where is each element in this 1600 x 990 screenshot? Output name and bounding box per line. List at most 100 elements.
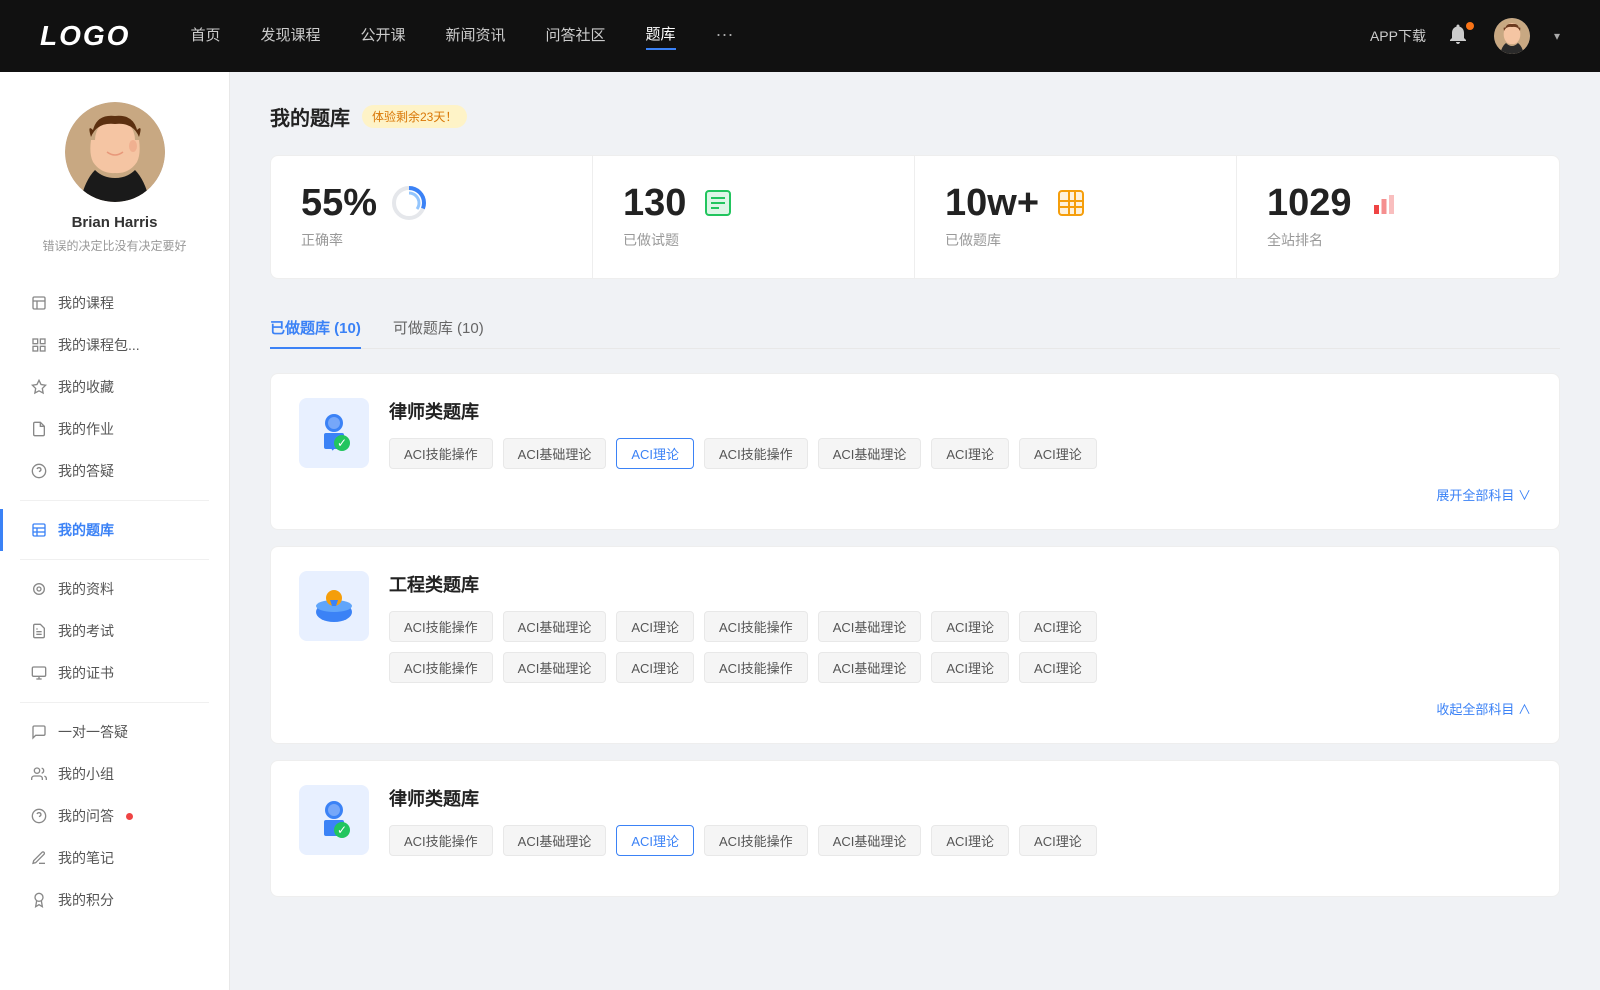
nav-home[interactable]: 首页 — [190, 24, 220, 49]
avatar[interactable] — [1494, 18, 1530, 54]
star-icon — [30, 378, 48, 396]
tab-done[interactable]: 已做题库 (10) — [270, 307, 361, 348]
sidebar-bank-label: 我的题库 — [58, 520, 114, 540]
sidebar-item-qa[interactable]: 我的问答 — [0, 795, 229, 837]
qbank-engineer-tags-row1: ACI技能操作 ACI基础理论 ACI理论 ACI技能操作 ACI基础理论 AC… — [389, 611, 1531, 642]
tag-item[interactable]: ACI理论 — [931, 825, 1009, 856]
sidebar-homework-label: 我的作业 — [58, 419, 114, 439]
svg-text:✓: ✓ — [337, 436, 347, 450]
qbank-lawyer-title-2: 律师类题库 — [389, 785, 1531, 811]
tag-item[interactable]: ACI理论 — [1019, 611, 1097, 642]
sidebar-item-notes[interactable]: 我的笔记 — [0, 837, 229, 879]
nav-news[interactable]: 新闻资讯 — [446, 24, 506, 49]
qbank-engineer-tags-row2: ACI技能操作 ACI基础理论 ACI理论 ACI技能操作 ACI基础理论 AC… — [389, 652, 1531, 683]
tag-item[interactable]: ACI技能操作 — [389, 611, 493, 642]
svg-text:✓: ✓ — [337, 823, 347, 837]
tag-item[interactable]: ACI技能操作 — [389, 438, 493, 469]
tag-item[interactable]: ACI理论 — [1019, 825, 1097, 856]
stats-row: 55% 正确率 130 — [270, 155, 1560, 279]
main-container: Brian Harris 错误的决定比没有决定要好 我的课程 我的课程包... … — [0, 72, 1600, 990]
sidebar-item-points[interactable]: 我的积分 — [0, 879, 229, 921]
tag-item[interactable]: ACI基础理论 — [818, 611, 922, 642]
tag-item[interactable]: ACI基础理论 — [818, 652, 922, 683]
tag-item-active[interactable]: ACI理论 — [616, 825, 694, 856]
tag-item[interactable]: ACI技能操作 — [704, 652, 808, 683]
one-on-one-icon — [30, 723, 48, 741]
qbank-card-engineer: 工程类题库 ACI技能操作 ACI基础理论 ACI理论 ACI技能操作 ACI基… — [270, 546, 1560, 744]
sidebar-item-course[interactable]: 我的课程 — [0, 282, 229, 324]
sidebar-item-certificate[interactable]: 我的证书 — [0, 652, 229, 694]
sidebar-item-one-on-one[interactable]: 一对一答疑 — [0, 711, 229, 753]
stat-correct-rate: 55% 正确率 — [271, 156, 593, 278]
divider-1 — [20, 500, 209, 501]
tag-item-active[interactable]: ACI理论 — [616, 438, 694, 469]
notification-dot — [1466, 22, 1474, 30]
nav-bank[interactable]: 题库 — [646, 23, 676, 50]
sidebar-item-questions[interactable]: 我的答疑 — [0, 450, 229, 492]
qbank-card-lawyer-2: ✓ 律师类题库 ACI技能操作 ACI基础理论 ACI理论 ACI技能操作 AC… — [270, 760, 1560, 897]
tag-item[interactable]: ACI基础理论 — [818, 825, 922, 856]
tag-item[interactable]: ACI技能操作 — [704, 611, 808, 642]
tag-item[interactable]: ACI理论 — [616, 611, 694, 642]
tab-available[interactable]: 可做题库 (10) — [393, 307, 484, 348]
page-header: 我的题库 体验剩余23天！ — [270, 102, 1560, 131]
stat-correct-rate-label: 正确率 — [301, 230, 562, 250]
tag-item[interactable]: ACI技能操作 — [704, 825, 808, 856]
tag-item[interactable]: ACI理论 — [1019, 438, 1097, 469]
certificate-icon — [30, 664, 48, 682]
sidebar-item-exam[interactable]: 我的考试 — [0, 610, 229, 652]
sidebar-item-bank[interactable]: 我的题库 — [0, 509, 229, 551]
qa-badge — [126, 813, 133, 820]
group-icon — [30, 765, 48, 783]
question-icon — [30, 462, 48, 480]
sidebar-data-label: 我的资料 — [58, 579, 114, 599]
qbank-lawyer-icon-1: ✓ ✓ — [299, 398, 369, 468]
tag-item[interactable]: ACI技能操作 — [389, 825, 493, 856]
stat-rank-value: 1029 — [1267, 184, 1352, 222]
qbank-lawyer-footer-1: 展开全部科目 ∨ — [299, 485, 1531, 505]
user-menu-chevron[interactable]: ▾ — [1554, 29, 1560, 43]
sidebar-item-data[interactable]: 我的资料 — [0, 568, 229, 610]
tag-item[interactable]: ACI理论 — [1019, 652, 1097, 683]
tag-item[interactable]: ACI理论 — [931, 652, 1009, 683]
tag-item[interactable]: ACI技能操作 — [704, 438, 808, 469]
tag-item[interactable]: ACI技能操作 — [389, 652, 493, 683]
sidebar-points-label: 我的积分 — [58, 890, 114, 910]
notification-bell[interactable] — [1446, 22, 1474, 50]
stat-done-questions-label: 已做试题 — [623, 230, 884, 250]
stat-done-banks: 10w+ 已做题库 — [915, 156, 1237, 278]
qbank-engineer-icon — [299, 571, 369, 641]
tag-item[interactable]: ACI理论 — [931, 438, 1009, 469]
qa-icon — [30, 807, 48, 825]
tag-item[interactable]: ACI基础理论 — [503, 438, 607, 469]
stat-done-banks-label: 已做题库 — [945, 230, 1206, 250]
tag-item[interactable]: ACI基础理论 — [503, 825, 607, 856]
logo[interactable]: LOGO — [40, 20, 130, 52]
tag-item[interactable]: ACI基础理论 — [818, 438, 922, 469]
nav-more[interactable]: ··· — [716, 24, 734, 49]
collapse-link[interactable]: 收起全部科目 ∧ — [1436, 702, 1531, 717]
sidebar-item-homework[interactable]: 我的作业 — [0, 408, 229, 450]
nav-open-course[interactable]: 公开课 — [360, 24, 405, 49]
tag-item[interactable]: ACI基础理论 — [503, 611, 607, 642]
tag-item[interactable]: ACI基础理论 — [503, 652, 607, 683]
stat-done-banks-value: 10w+ — [945, 184, 1039, 222]
sidebar-item-group[interactable]: 我的小组 — [0, 753, 229, 795]
grid-icon — [1053, 185, 1089, 221]
sidebar-course-label: 我的课程 — [58, 293, 114, 313]
sidebar-favorites-label: 我的收藏 — [58, 377, 114, 397]
expand-link-1[interactable]: 展开全部科目 ∨ — [1436, 488, 1531, 503]
sidebar-motto: 错误的决定比没有决定要好 — [42, 237, 186, 254]
sidebar-item-package[interactable]: 我的课程包... — [0, 324, 229, 366]
sidebar-certificate-label: 我的证书 — [58, 663, 114, 683]
sidebar-one-on-one-label: 一对一答疑 — [58, 722, 128, 742]
sidebar-item-favorites[interactable]: 我的收藏 — [0, 366, 229, 408]
nav-qa[interactable]: 问答社区 — [546, 24, 606, 49]
sidebar-package-label: 我的课程包... — [58, 335, 140, 355]
app-download-button[interactable]: APP下载 — [1370, 26, 1426, 46]
tag-item[interactable]: ACI理论 — [931, 611, 1009, 642]
tag-item[interactable]: ACI理论 — [616, 652, 694, 683]
nav-discover[interactable]: 发现课程 — [260, 24, 320, 49]
sidebar-group-label: 我的小组 — [58, 764, 114, 784]
nav-menu: 首页 发现课程 公开课 新闻资讯 问答社区 题库 ··· — [190, 23, 1370, 50]
